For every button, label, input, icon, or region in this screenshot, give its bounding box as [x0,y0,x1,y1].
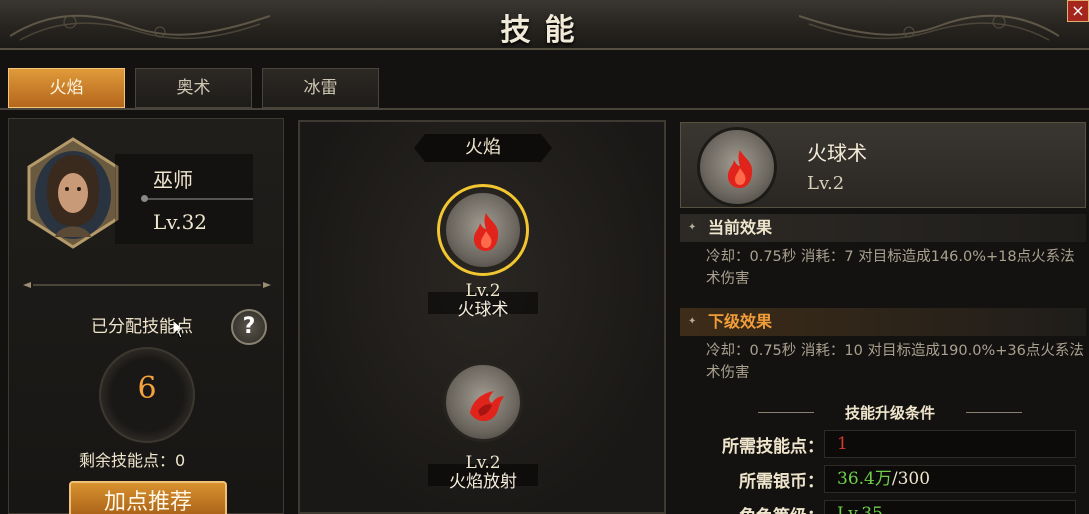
flame-burst-icon [470,391,504,422]
current-effect-desc: 冷却：0.75秒 消耗：7 对目标造成146.0%+18点火系法术伤害 [706,249,1075,287]
requirement-suffix: /300 [891,469,931,489]
skill-detail-panel: 火球术 Lv.2 当前效果 冷却：0.75秒 消耗：7 对目标造成146.0%+… [678,120,1089,514]
fireball-icon [727,150,753,188]
name-box: 巫师 Lv.32 [115,154,253,244]
detail-skill-orb [697,127,777,207]
requirement-value-box: Lv.35 [824,500,1076,514]
upgrade-conditions-title: 技能升级条件 [750,402,1030,423]
requirement-label: 角色等级： [739,502,824,514]
requirement-value-box: 36.4万/300 [824,465,1076,493]
skill-name: 火球术 [457,300,509,320]
requirement-row: 所需银币： 36.4万/300 [680,465,1086,495]
requirement-row: 所需技能点： 1 [680,430,1086,460]
character-level: Lv.32 [153,210,208,234]
skill-name: 火焰放射 [449,472,517,492]
skill-group-label: 火焰 [414,134,552,162]
fireball-icon [473,213,499,251]
requirement-value: 1 [837,434,848,454]
name-underline [141,195,253,202]
requirement-row: 角色等级： Lv.35 [680,500,1086,514]
requirement-value-box: 1 [824,430,1076,458]
skill-detail-header: 火球术 Lv.2 [680,122,1086,208]
tab-divider [0,108,1089,110]
skill-node-flame-burst[interactable]: Lv.2 火焰放射 [438,362,528,492]
requirement-label: 所需银币： [739,472,824,492]
recommend-button[interactable]: 加点推荐 [69,481,227,514]
requirement-label: 所需技能点： [722,437,824,457]
help-button[interactable]: ? [231,309,267,345]
character-name: 巫师 [153,168,193,192]
school-tabs: 火焰 奥术 冰雷 [8,68,379,108]
tab-frost-thunder[interactable]: 冰雷 [262,68,379,108]
remaining-points-label: 剩余技能点：0 [79,451,186,470]
allocated-points-value: 6 [137,371,157,406]
title-bar: 技能 × [0,0,1089,50]
skill-orb[interactable] [437,184,529,276]
skill-tree-panel: 火焰 Lv.2 火球术 Lv.2 火焰放射 [298,120,666,514]
requirement-value: 36.4万 [837,469,892,489]
detail-skill-name: 火球术 [807,141,867,165]
tab-arcane[interactable]: 奥术 [135,68,252,108]
allocated-points-label: 已分配技能点 [91,317,193,337]
next-effect-desc: 冷却：0.75秒 消耗：10 对目标造成190.0%+36点火系法术伤害 [706,343,1084,381]
panel-divider [23,282,271,288]
skill-node-fireball[interactable]: Lv.2 火球术 [437,184,529,320]
requirement-value: Lv.35 [837,504,883,514]
character-panel: 巫师 Lv.32 已分配技能点 ? 6 剩余技能点：0 加点推荐 [8,118,284,514]
detail-skill-level: Lv.2 [807,173,845,194]
skill-orb[interactable] [443,362,523,442]
next-effect-title: 下级效果 [680,308,1086,336]
skill-level: Lv.2 [465,453,501,473]
skill-level: Lv.2 [465,281,501,301]
current-effect-title: 当前效果 [680,214,1086,242]
avatar [27,137,119,249]
close-button[interactable]: × [1067,0,1089,22]
window-title: 技能 [500,13,589,48]
tab-fire[interactable]: 火焰 [8,68,125,108]
